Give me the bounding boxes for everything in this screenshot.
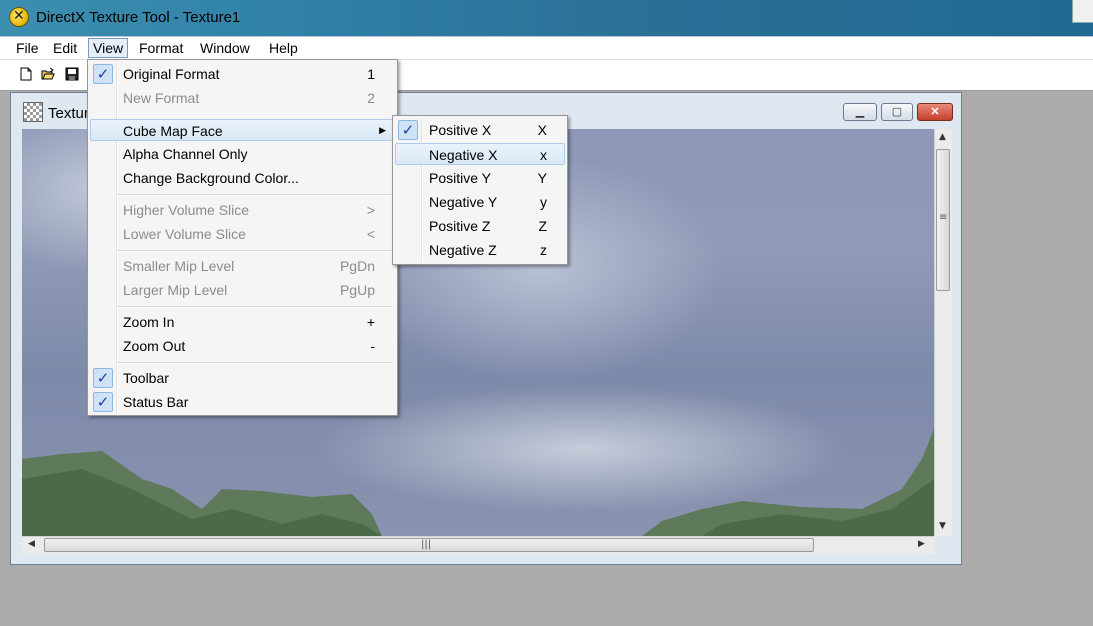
menu-item-toolbar[interactable]: ✓ Toolbar	[90, 367, 395, 389]
menu-bar: File Edit View Format Window Help	[0, 36, 1093, 59]
menu-item-larger-mip-level[interactable]: Larger Mip Level PgUp	[90, 279, 395, 301]
texture-doc-icon	[23, 102, 43, 122]
menu-item-shortcut: PgUp	[339, 282, 375, 298]
submenu-item-label: Negative X	[429, 147, 498, 163]
menu-item-label: Smaller Mip Level	[123, 258, 235, 274]
menu-item-higher-volume-slice[interactable]: Higher Volume Slice >	[90, 199, 395, 221]
menu-item-new-format[interactable]: New Format 2	[90, 87, 395, 109]
title-bar: DirectX Texture Tool - Texture1	[0, 0, 1093, 36]
close-button[interactable]: ✕	[917, 103, 953, 121]
submenu-item-label: Negative Z	[429, 242, 497, 258]
menu-view[interactable]: View	[88, 38, 129, 58]
submenu-item-label: Positive Z	[429, 218, 491, 234]
menu-help[interactable]: Help	[265, 39, 302, 57]
open-folder-icon[interactable]	[41, 67, 55, 81]
check-icon: ✓	[398, 120, 418, 140]
menu-item-alpha-channel-only[interactable]: Alpha Channel Only	[90, 143, 395, 165]
menu-item-cube-map-face[interactable]: Cube Map Face ▶	[90, 119, 395, 141]
menu-item-label: New Format	[123, 90, 200, 106]
menu-format[interactable]: Format	[135, 39, 187, 57]
document-title: Textur	[48, 105, 89, 122]
submenu-item-label: Positive X	[429, 122, 492, 138]
horizontal-scroll-thumb[interactable]: |||	[44, 538, 814, 552]
hgrip-icon: |||	[421, 539, 432, 550]
submenu-item-label: Positive Y	[429, 170, 491, 186]
menu-item-shortcut: >	[366, 202, 375, 218]
menu-item-original-format[interactable]: ✓ Original Format 1	[90, 63, 395, 85]
menu-item-label: Zoom Out	[123, 338, 186, 354]
directx-app-icon[interactable]	[9, 7, 29, 27]
menu-item-shortcut: PgDn	[339, 258, 375, 274]
menu-item-label: Original Format	[123, 66, 220, 82]
window-controls[interactable]	[1072, 0, 1093, 23]
menu-item-shortcut: 1	[367, 66, 375, 82]
menu-item-label: Zoom In	[123, 314, 175, 330]
maximize-icon: ▢	[891, 106, 903, 118]
check-icon: ✓	[93, 392, 113, 412]
check-icon: ✓	[93, 368, 113, 388]
window-title: DirectX Texture Tool - Texture1	[36, 9, 241, 26]
horizontal-scrollbar[interactable]: ◀ ||| ▶	[22, 536, 934, 554]
submenu-item-shortcut: z	[540, 242, 547, 258]
menu-separator	[118, 194, 393, 196]
menu-separator	[118, 250, 393, 252]
view-menu-dropdown: ✓ Original Format 1 New Format 2 Cube Ma…	[87, 59, 398, 416]
menu-file[interactable]: File	[12, 39, 43, 57]
save-icon[interactable]	[65, 67, 79, 81]
scroll-right-icon[interactable]: ▶	[918, 539, 925, 549]
submenu-item-shortcut: Z	[538, 218, 547, 234]
menu-item-label: Status Bar	[123, 394, 189, 410]
menu-window[interactable]: Window	[196, 39, 254, 57]
submenu-arrow-icon: ▶	[379, 126, 386, 136]
submenu-item-positive-x[interactable]: ✓ Positive X X	[395, 119, 565, 141]
new-file-icon[interactable]	[19, 67, 33, 81]
menu-item-shortcut: -	[370, 338, 375, 354]
submenu-item-positive-z[interactable]: Positive Z Z	[395, 215, 565, 237]
menu-item-label: Toolbar	[123, 370, 169, 386]
menu-item-status-bar[interactable]: ✓ Status Bar	[90, 391, 395, 413]
submenu-item-negative-z[interactable]: Negative Z z	[395, 239, 565, 261]
menu-item-label: Larger Mip Level	[123, 282, 228, 298]
menu-item-label: Higher Volume Slice	[123, 202, 250, 218]
submenu-item-shortcut: y	[540, 194, 547, 210]
submenu-item-positive-y[interactable]: Positive Y Y	[395, 167, 565, 189]
menu-item-shortcut: +	[366, 314, 375, 330]
menu-item-smaller-mip-level[interactable]: Smaller Mip Level PgDn	[90, 255, 395, 277]
cube-map-face-submenu: ✓ Positive X X Negative X x Positive Y Y…	[392, 115, 568, 265]
menu-item-zoom-in[interactable]: Zoom In +	[90, 311, 395, 333]
minimize-icon: ▁	[855, 106, 865, 118]
scroll-left-icon[interactable]: ◀	[28, 539, 35, 549]
menu-item-label: Lower Volume Slice	[123, 226, 246, 242]
check-icon: ✓	[93, 64, 113, 84]
submenu-item-shortcut: X	[537, 122, 547, 138]
submenu-item-negative-y[interactable]: Negative Y y	[395, 191, 565, 213]
minimize-button[interactable]: ▁	[843, 103, 877, 121]
submenu-item-negative-x[interactable]: Negative X x	[395, 143, 565, 165]
menu-item-shortcut: 2	[367, 90, 375, 106]
vertical-scrollbar[interactable]: ▲ ≡ ▼	[934, 129, 952, 536]
menu-item-lower-volume-slice[interactable]: Lower Volume Slice <	[90, 223, 395, 245]
vertical-scroll-thumb[interactable]: ≡	[936, 149, 950, 291]
menu-item-shortcut: <	[366, 226, 375, 242]
maximize-button[interactable]: ▢	[881, 103, 913, 121]
scroll-up-icon[interactable]: ▲	[939, 132, 946, 142]
grip-icon: ≡	[939, 212, 948, 223]
close-icon: ✕	[930, 106, 940, 118]
submenu-item-label: Negative Y	[429, 194, 498, 210]
submenu-item-shortcut: x	[540, 147, 547, 163]
submenu-item-shortcut: Y	[537, 170, 547, 186]
menu-item-label: Alpha Channel Only	[123, 146, 248, 162]
menu-item-change-background-color[interactable]: Change Background Color...	[90, 167, 395, 189]
menu-item-label: Cube Map Face	[123, 123, 223, 139]
menu-separator	[118, 362, 393, 364]
menu-item-label: Change Background Color...	[123, 170, 299, 186]
menu-edit[interactable]: Edit	[49, 39, 81, 57]
scroll-down-icon[interactable]: ▼	[939, 521, 946, 531]
menu-separator	[118, 306, 393, 308]
menu-item-zoom-out[interactable]: Zoom Out -	[90, 335, 395, 357]
